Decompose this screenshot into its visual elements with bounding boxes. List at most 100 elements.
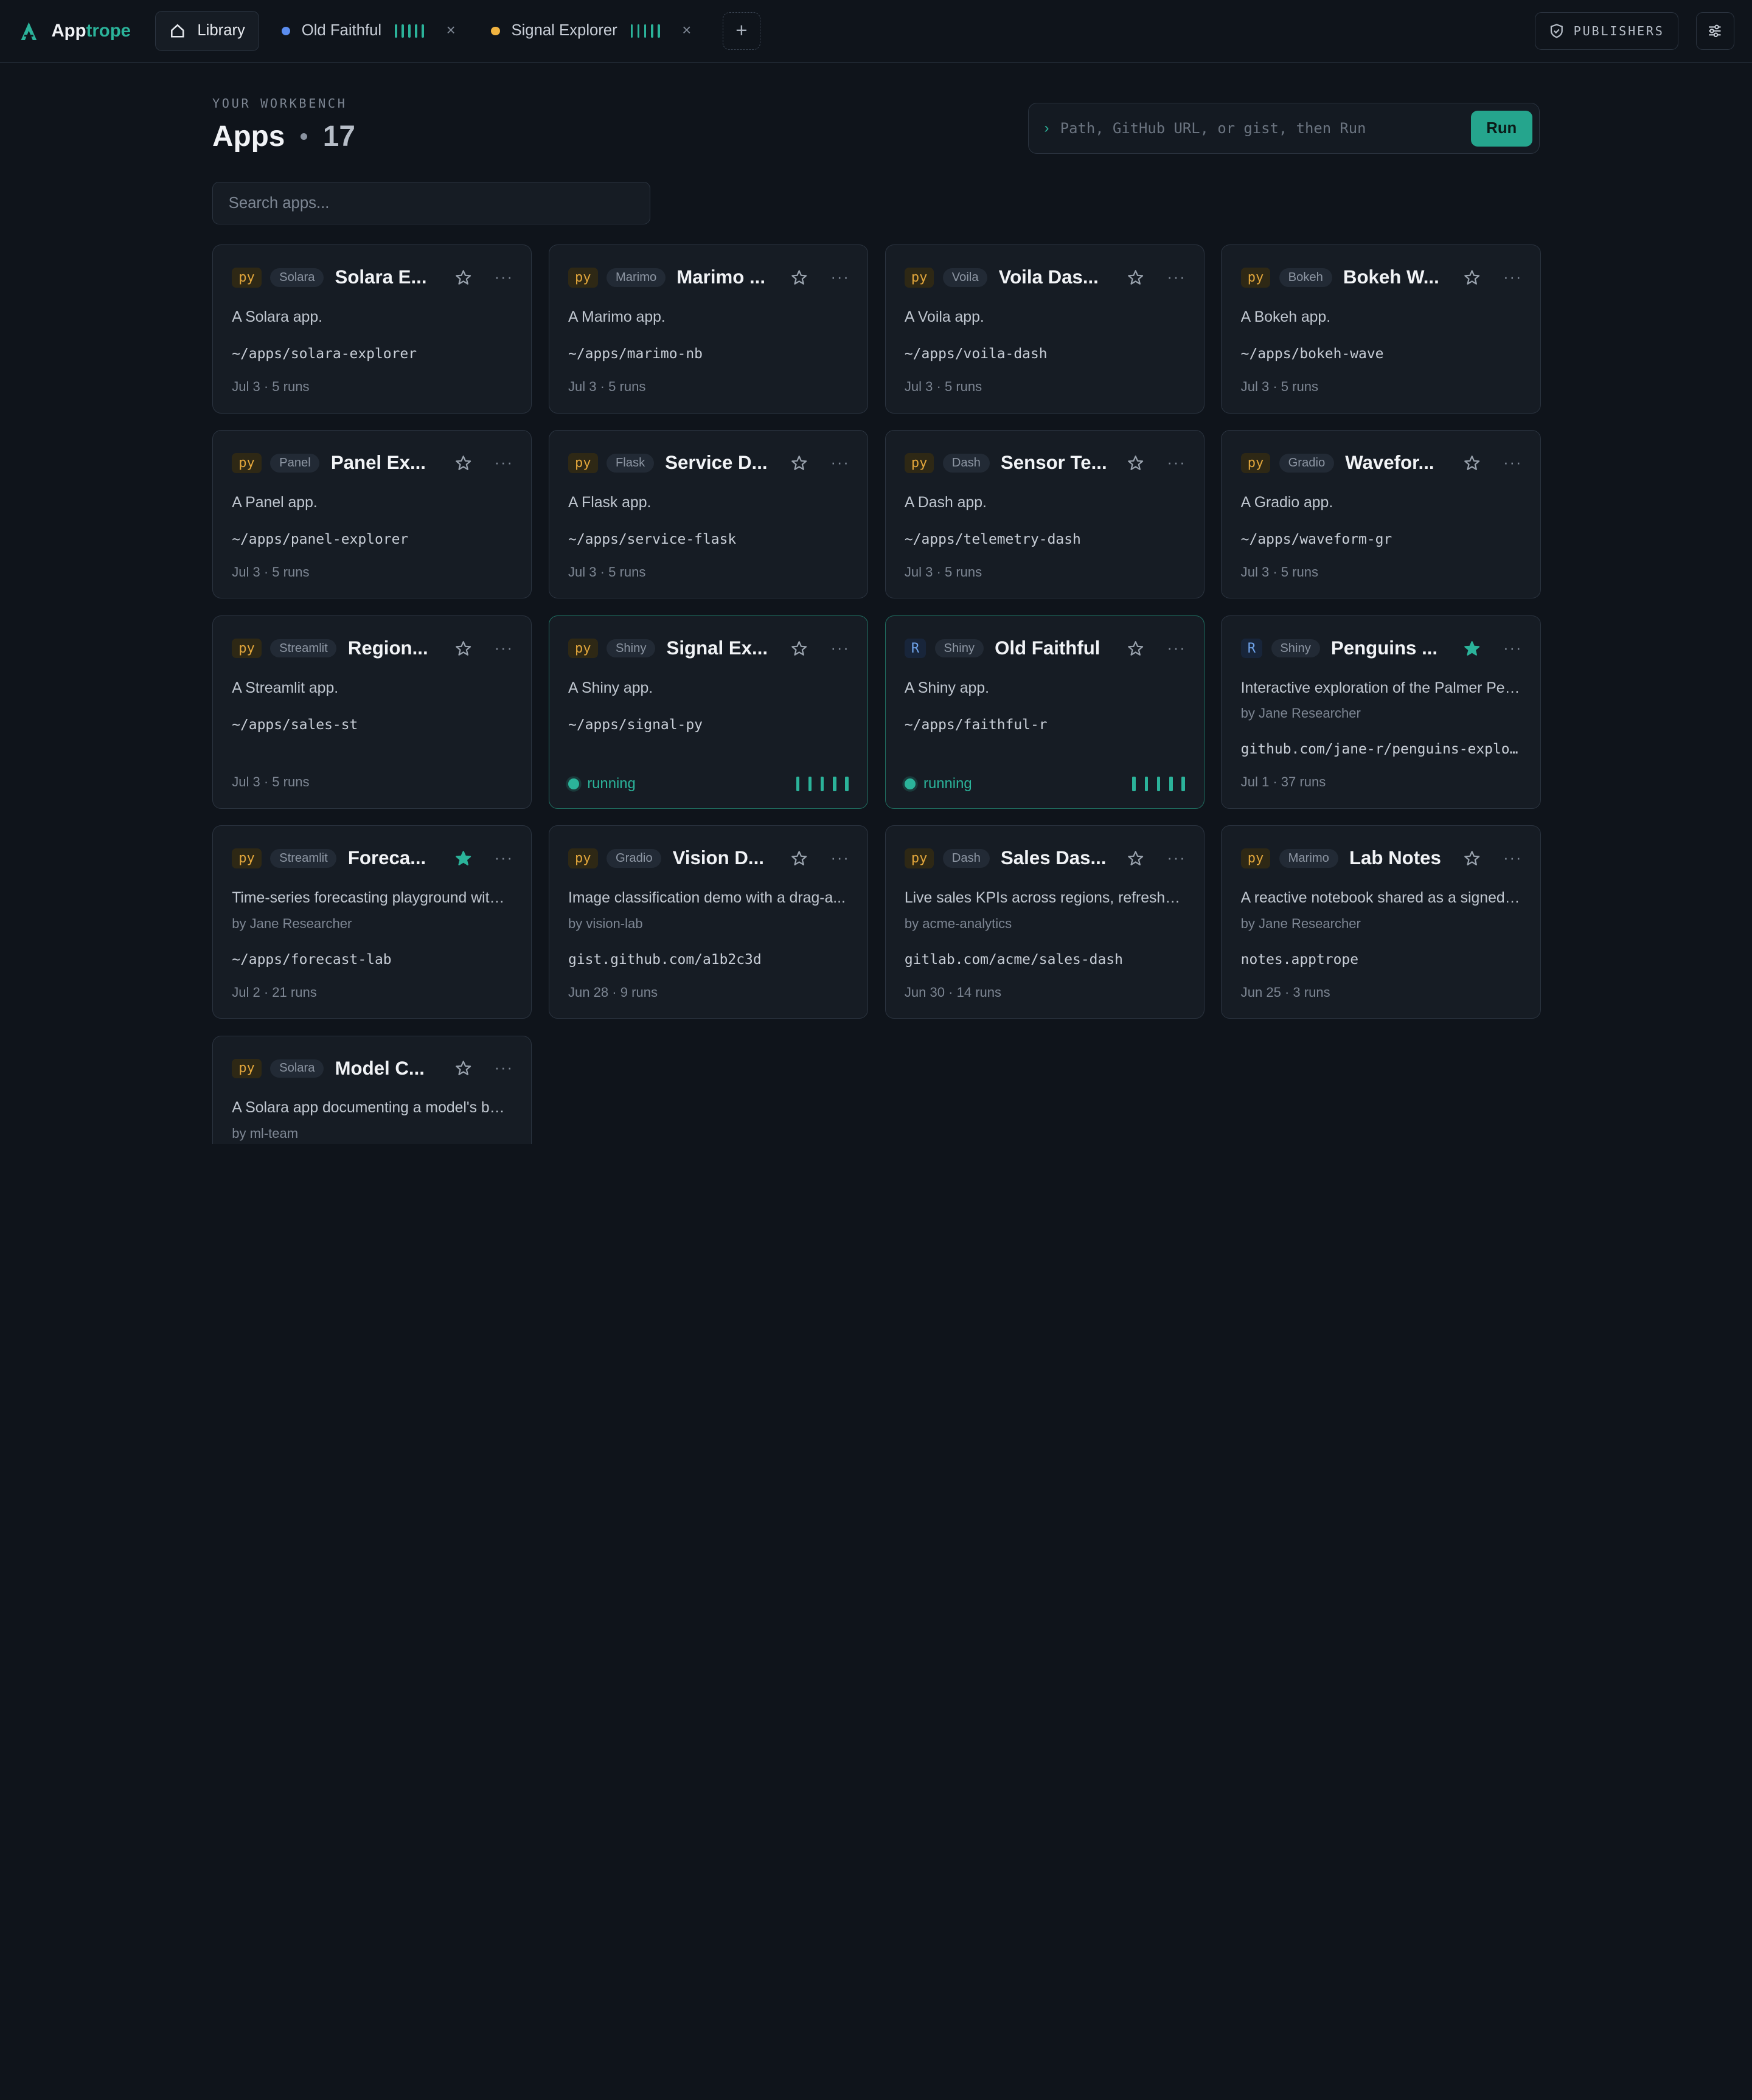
- star-icon[interactable]: [454, 1059, 472, 1077]
- star-icon[interactable]: [454, 640, 472, 657]
- app-card[interactable]: py Streamlit Foreca... ··· Time-series forec…: [212, 825, 532, 1019]
- card-header: R Shiny Penguins ... ···: [1240, 616, 1521, 681]
- framework-badge: Marimo: [607, 268, 666, 287]
- chevron-right-icon: ›: [1044, 120, 1049, 137]
- app-card[interactable]: py Flask Service D... ··· A Flask app. ~/apps…: [548, 430, 869, 599]
- app-card[interactable]: py Voila Voila Das... ··· A Voila app. ~/apps…: [885, 244, 1204, 414]
- more-options-button[interactable]: ···: [1167, 269, 1184, 286]
- tab-old-faithful[interactable]: Old Faithful ×: [268, 11, 469, 51]
- settings-button[interactable]: [1696, 12, 1734, 50]
- more-options-button[interactable]: ···: [1503, 269, 1521, 286]
- run-status: running: [568, 775, 849, 792]
- app-path: ~/apps/signal-py: [568, 716, 703, 733]
- language-badge: py: [232, 639, 262, 659]
- star-icon[interactable]: [790, 454, 808, 472]
- app-card[interactable]: py Gradio Vision D... ··· Image classificati…: [548, 825, 869, 1019]
- app-path: notes.apptrope: [1240, 951, 1359, 968]
- app-card[interactable]: py Marimo Lab Notes ··· A reactive notebook …: [1221, 825, 1541, 1019]
- star-icon[interactable]: [790, 640, 808, 657]
- star-icon[interactable]: [1463, 850, 1481, 867]
- card-header: py Dash Sensor Te... ···: [904, 431, 1185, 496]
- app-title: Sales Das...: [1000, 847, 1107, 869]
- new-tab-button[interactable]: +: [722, 12, 761, 50]
- app-card[interactable]: py Shiny Signal Ex... ··· A Shiny app. ~/apps…: [548, 615, 869, 809]
- star-icon[interactable]: [1127, 454, 1144, 472]
- star-icon[interactable]: [1463, 454, 1481, 472]
- more-options-button[interactable]: ···: [1167, 850, 1184, 867]
- app-author: by Jane Researcher: [1240, 705, 1361, 721]
- more-options-button[interactable]: ···: [495, 454, 512, 472]
- app-title: Lab Notes: [1349, 847, 1441, 869]
- app-card[interactable]: py Bokeh Bokeh W... ··· A Bokeh app. ~/apps/b…: [1221, 244, 1541, 414]
- app-title: Region...: [347, 637, 428, 659]
- app-path: ~/apps/faithful-r: [904, 716, 1048, 733]
- app-card[interactable]: py Dash Sensor Te... ··· A Dash app. ~/apps/t…: [885, 430, 1204, 599]
- framework-badge: Panel: [270, 454, 320, 473]
- brand[interactable]: Apptrope: [18, 20, 131, 43]
- app-meta: Jul 3 · 5 runs: [904, 564, 982, 580]
- app-card[interactable]: py Streamlit Region... ··· A Streamlit app. ~…: [212, 615, 532, 809]
- more-options-button[interactable]: ···: [495, 850, 512, 867]
- publishers-button[interactable]: PUBLISHERS: [1535, 12, 1678, 50]
- framework-badge: Solara: [270, 268, 324, 287]
- app-description: A reactive notebook shared as a signed b…: [1240, 889, 1521, 906]
- running-indicator-icon: [904, 778, 916, 790]
- close-tab-button[interactable]: ×: [682, 22, 691, 40]
- more-options-button[interactable]: ···: [1167, 640, 1184, 657]
- app-title: Service D...: [665, 452, 768, 474]
- star-icon[interactable]: [454, 269, 472, 286]
- app-meta: Jun 28 · 9 runs: [568, 984, 658, 1000]
- star-icon[interactable]: [1463, 640, 1481, 657]
- tab-signal-explorer[interactable]: Signal Explorer ×: [478, 11, 704, 51]
- star-icon[interactable]: [1127, 640, 1144, 657]
- app-card[interactable]: py Solara Model C... ··· A Solara app docume…: [212, 1035, 532, 1144]
- app-card[interactable]: R Shiny Penguins ... ··· Interactive explora…: [1221, 615, 1541, 809]
- more-options-button[interactable]: ···: [495, 269, 512, 286]
- more-options-button[interactable]: ···: [495, 640, 512, 657]
- app-card[interactable]: py Dash Sales Das... ··· Live sales KPIs acr…: [885, 825, 1204, 1019]
- app-title: Voila Das...: [998, 266, 1099, 288]
- app-title: Panel Ex...: [330, 452, 426, 474]
- more-options-button[interactable]: ···: [830, 640, 848, 657]
- app-card[interactable]: py Solara Solara E... ··· A Solara app. ~/app…: [212, 244, 532, 414]
- app-path: ~/apps/panel-explorer: [232, 531, 409, 547]
- app-description: A Solara app documenting a model's beh..…: [232, 1100, 513, 1117]
- app-title: Bokeh W...: [1343, 266, 1439, 288]
- more-options-button[interactable]: ···: [830, 269, 848, 286]
- more-options-button[interactable]: ···: [495, 1059, 512, 1077]
- app-meta: Jul 3 · 5 runs: [232, 379, 310, 395]
- app-description: A Panel app.: [232, 494, 318, 511]
- more-options-button[interactable]: ···: [1503, 454, 1521, 472]
- more-options-button[interactable]: ···: [1503, 640, 1521, 657]
- card-header: py Shiny Signal Ex... ···: [568, 616, 849, 681]
- app-card[interactable]: py Panel Panel Ex... ··· A Panel app. ~/apps/…: [212, 430, 532, 599]
- star-icon[interactable]: [1127, 850, 1144, 867]
- run-button[interactable]: Run: [1470, 110, 1532, 147]
- app-card[interactable]: py Gradio Wavefor... ··· A Gradio app. ~/apps…: [1221, 430, 1541, 599]
- app-card[interactable]: py Marimo Marimo ... ··· A Marimo app. ~/apps…: [548, 244, 869, 414]
- run-source-input[interactable]: [1060, 120, 1471, 137]
- search-input[interactable]: [228, 194, 634, 212]
- app-title: Signal Ex...: [666, 637, 768, 659]
- star-icon[interactable]: [790, 850, 808, 867]
- more-options-button[interactable]: ···: [1167, 454, 1184, 472]
- language-badge: py: [568, 453, 598, 473]
- star-icon[interactable]: [1127, 269, 1144, 286]
- tab-library[interactable]: Library: [155, 10, 259, 51]
- star-icon[interactable]: [454, 454, 472, 472]
- more-options-button[interactable]: ···: [830, 454, 848, 472]
- app-path: ~/apps/sales-st: [232, 716, 358, 733]
- app-card[interactable]: R Shiny Old Faithful ··· A Shiny app. ~/apps/…: [885, 615, 1204, 809]
- star-icon[interactable]: [790, 269, 808, 286]
- app-meta: Jul 2 · 21 runs: [232, 984, 317, 1000]
- language-badge: py: [232, 453, 262, 473]
- star-icon[interactable]: [454, 850, 472, 867]
- more-options-button[interactable]: ···: [830, 850, 848, 867]
- close-tab-button[interactable]: ×: [447, 22, 456, 40]
- activity-bars-icon: [395, 24, 424, 38]
- tab-label: Old Faithful: [301, 22, 382, 40]
- star-icon[interactable]: [1463, 269, 1481, 286]
- more-options-button[interactable]: ···: [1503, 850, 1521, 867]
- publishers-label: PUBLISHERS: [1573, 23, 1664, 38]
- app-path: ~/apps/solara-explorer: [232, 345, 417, 362]
